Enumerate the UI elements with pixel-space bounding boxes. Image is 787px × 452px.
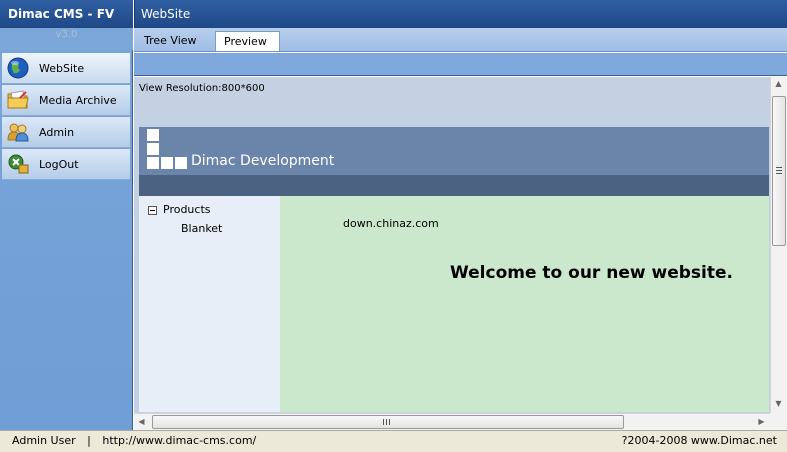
folder-icon bbox=[7, 89, 29, 111]
sidebar-item-label: Admin bbox=[39, 125, 75, 139]
site-nav-bar bbox=[139, 175, 769, 196]
users-icon bbox=[7, 121, 29, 143]
sidebar-item-media-archive[interactable]: Media Archive bbox=[2, 85, 130, 116]
page-title: WebSite bbox=[134, 0, 787, 28]
sidebar-item-label: Media Archive bbox=[39, 93, 117, 107]
scroll-down-icon[interactable]: ▼ bbox=[771, 399, 786, 408]
sidebar: Dimac CMS - FV v3.0 WebSite Media Archiv… bbox=[0, 0, 133, 430]
sidebar-item-admin[interactable]: Admin bbox=[2, 117, 130, 148]
scroll-right-icon[interactable]: ▶ bbox=[754, 417, 769, 426]
sidebar-item-label: LogOut bbox=[39, 157, 79, 171]
tab-preview[interactable]: Preview bbox=[215, 31, 280, 51]
toolbar bbox=[134, 53, 787, 76]
globe-icon bbox=[7, 57, 29, 79]
sidebar-item-website[interactable]: WebSite bbox=[2, 53, 130, 84]
sidebar-item-logout[interactable]: LogOut bbox=[2, 149, 130, 180]
tree-node-products[interactable]: Products bbox=[163, 203, 211, 216]
app-title: Dimac CMS - FV bbox=[0, 0, 133, 28]
horizontal-scrollbar[interactable]: ◀ ▶ bbox=[134, 413, 770, 430]
scroll-corner bbox=[770, 413, 787, 430]
site-name: Dimac Development bbox=[191, 153, 335, 169]
site-header: Dimac Development bbox=[139, 127, 769, 175]
view-resolution-label: View Resolution:800*600 bbox=[139, 83, 265, 94]
vertical-scroll-thumb[interactable] bbox=[772, 96, 786, 246]
tab-bar: Tree View Preview bbox=[134, 28, 787, 52]
scroll-left-icon[interactable]: ◀ bbox=[134, 417, 149, 426]
copyright: ?2004-2008 www.Dimac.net bbox=[621, 434, 777, 447]
vertical-scrollbar[interactable]: ▲ ▼ bbox=[770, 77, 787, 413]
website-preview: Dimac Development Products Blanket down.… bbox=[139, 127, 769, 412]
welcome-heading: Welcome to our new website. bbox=[450, 263, 733, 283]
logout-icon bbox=[7, 153, 29, 175]
status-bar: Admin User | http://www.dimac-cms.com/ ?… bbox=[0, 430, 787, 452]
preview-pane: View Resolution:800*600 Dimac Developmen… bbox=[134, 77, 787, 430]
app-version: v3.0 bbox=[0, 28, 133, 50]
site-text: down.chinaz.com bbox=[343, 217, 439, 230]
footer-separator: | bbox=[87, 434, 91, 447]
site-tree: Products Blanket bbox=[139, 196, 280, 412]
tab-tree-view[interactable]: Tree View bbox=[136, 31, 205, 51]
site-logo bbox=[147, 129, 189, 169]
collapse-icon[interactable] bbox=[148, 206, 157, 215]
footer-url[interactable]: http://www.dimac-cms.com/ bbox=[102, 434, 256, 447]
current-user: Admin User bbox=[12, 434, 76, 447]
scroll-up-icon[interactable]: ▲ bbox=[771, 79, 786, 88]
sidebar-item-label: WebSite bbox=[39, 61, 85, 75]
footer-left: Admin User | http://www.dimac-cms.com/ bbox=[12, 431, 256, 451]
site-content: down.chinaz.com Welcome to our new websi… bbox=[280, 196, 769, 412]
horizontal-scroll-thumb[interactable] bbox=[152, 415, 624, 429]
tree-node-blanket[interactable]: Blanket bbox=[181, 222, 222, 235]
